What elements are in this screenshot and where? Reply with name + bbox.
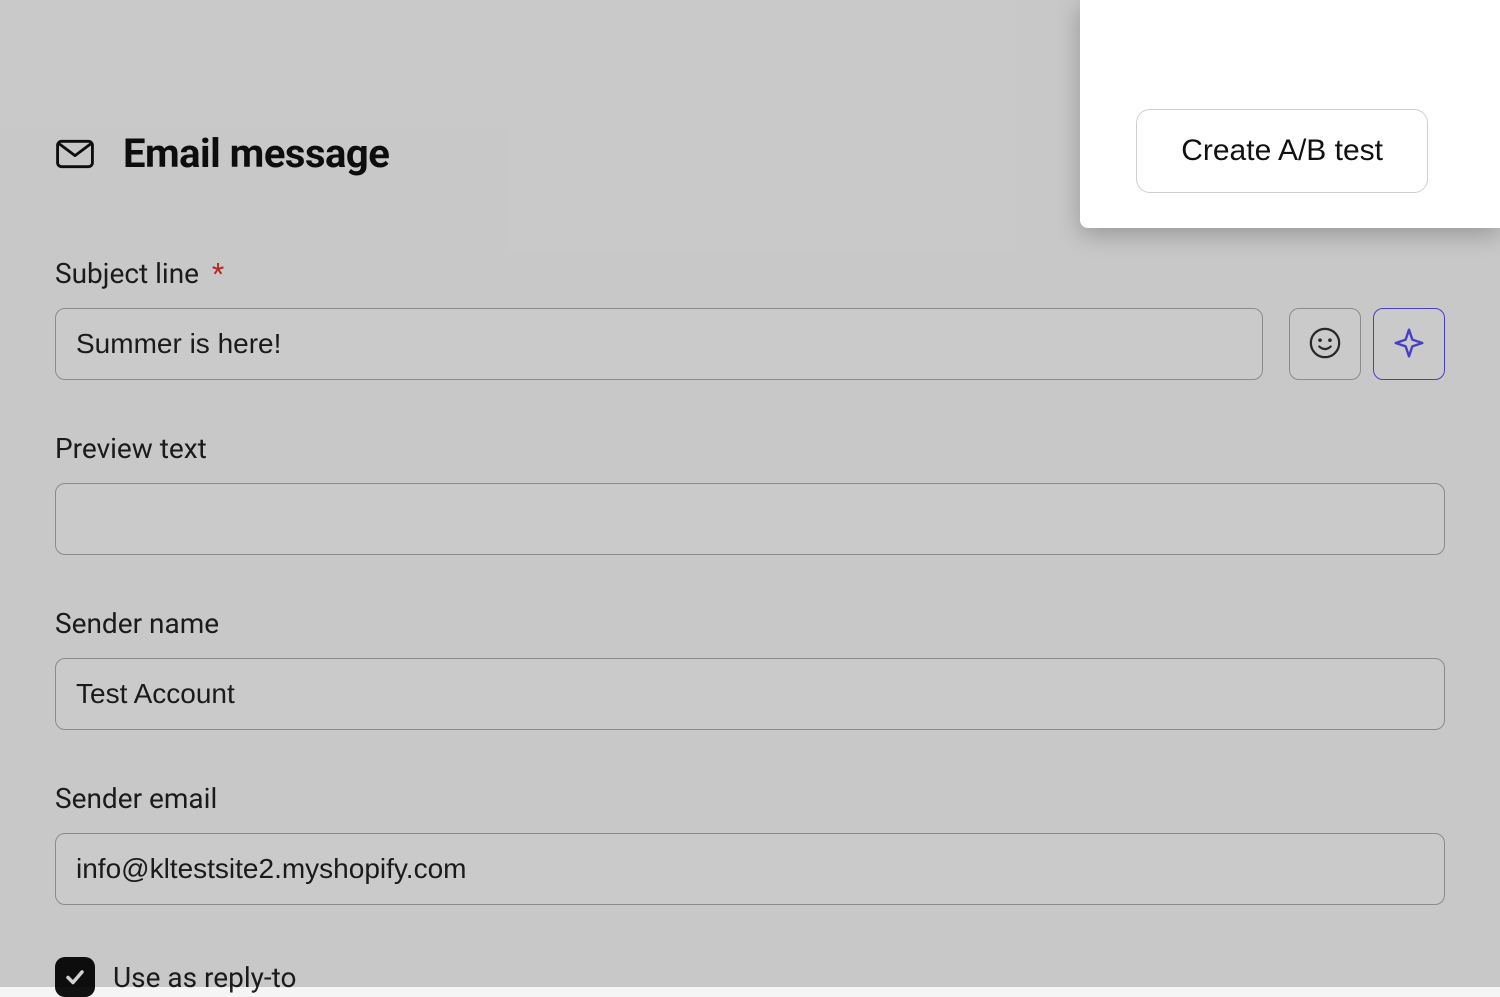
emoji-icon (1308, 326, 1342, 363)
sender-email-label: Sender email (55, 782, 1445, 815)
subject-line-label: Subject line * (55, 257, 1445, 290)
page-title: Email message (123, 130, 389, 177)
create-ab-test-button[interactable]: Create A/B test (1136, 109, 1428, 193)
reply-to-row: Use as reply-to (55, 957, 1445, 997)
preview-text-label: Preview text (55, 432, 1445, 465)
sender-name-label: Sender name (55, 607, 1445, 640)
sender-name-field: Sender name (55, 607, 1445, 730)
reply-to-checkbox[interactable] (55, 957, 95, 997)
sparkle-icon (1393, 327, 1425, 362)
sender-email-field: Sender email (55, 782, 1445, 905)
mail-icon (55, 134, 95, 174)
subject-line-field: Subject line * (55, 257, 1445, 380)
reply-to-label: Use as reply-to (113, 961, 296, 994)
sender-name-input[interactable] (55, 658, 1445, 730)
preview-text-field: Preview text (55, 432, 1445, 555)
required-indicator: * (212, 257, 224, 290)
preview-text-input[interactable] (55, 483, 1445, 555)
subject-line-input[interactable] (55, 308, 1263, 380)
emoji-picker-button[interactable] (1289, 308, 1361, 380)
ai-assist-button[interactable] (1373, 308, 1445, 380)
subject-line-label-text: Subject line (55, 257, 199, 290)
sender-email-input[interactable] (55, 833, 1445, 905)
